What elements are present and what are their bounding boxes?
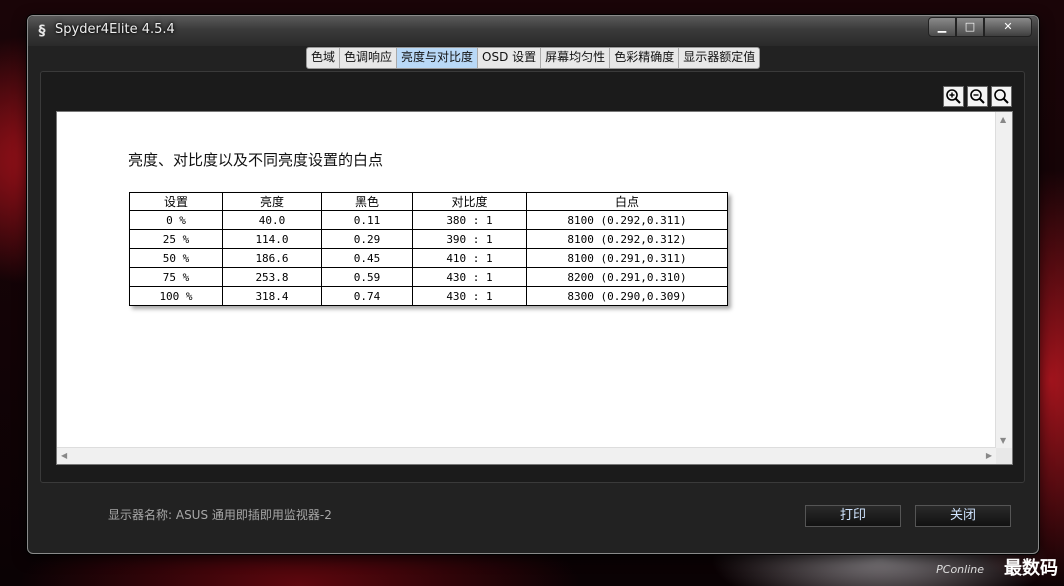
cell-white-point: 8100 (0.292,0.311) bbox=[526, 210, 728, 230]
cell-black: 0.29 bbox=[321, 229, 413, 249]
tab-uniformity[interactable]: 屏幕均匀性 bbox=[541, 48, 611, 68]
table-row: 50 % 186.6 0.45 410 : 1 8100 (0.291,0.31… bbox=[129, 248, 728, 268]
report-title: 亮度、对比度以及不同亮度设置的白点 bbox=[128, 151, 384, 169]
tab-gamut[interactable]: 色域 bbox=[307, 48, 341, 68]
print-button[interactable]: 打印 bbox=[805, 505, 901, 527]
cell-setting: 0 % bbox=[129, 210, 223, 230]
window-controls: ▁ □ ✕ bbox=[928, 17, 1032, 37]
report-tabs: 色域 色调响应 亮度与对比度 OSD 设置 屏幕均匀性 色彩精确度 显示器额定值 bbox=[306, 47, 761, 69]
table-row: 100 % 318.4 0.74 430 : 1 8300 (0.290,0.3… bbox=[129, 286, 728, 306]
cell-luminance: 186.6 bbox=[222, 248, 322, 268]
app-icon: § bbox=[38, 23, 46, 39]
table-row: 25 % 114.0 0.29 390 : 1 8100 (0.292,0.31… bbox=[129, 229, 728, 249]
scroll-right-icon[interactable]: ▶ bbox=[986, 451, 992, 460]
report-view: 亮度、对比度以及不同亮度设置的白点 设置 亮度 黑色 对比度 白点 0 % 40… bbox=[56, 111, 1013, 465]
cell-luminance: 253.8 bbox=[222, 267, 322, 287]
cell-white-point: 8200 (0.291,0.310) bbox=[526, 267, 728, 287]
column-header: 设置 bbox=[129, 192, 223, 211]
cell-white-point: 8100 (0.291,0.311) bbox=[526, 248, 728, 268]
cell-white-point: 8100 (0.292,0.312) bbox=[526, 229, 728, 249]
cell-setting: 50 % bbox=[129, 248, 223, 268]
cell-luminance: 40.0 bbox=[222, 210, 322, 230]
cell-contrast: 410 : 1 bbox=[412, 248, 527, 268]
zoom-out-icon[interactable] bbox=[967, 86, 988, 107]
column-header: 黑色 bbox=[321, 192, 413, 211]
horizontal-scrollbar[interactable]: ◀ ▶ bbox=[57, 447, 996, 464]
title-bar[interactable]: § Spyder4Elite 4.5.4 ▁ □ ✕ bbox=[28, 16, 1038, 46]
cell-setting: 100 % bbox=[129, 286, 223, 306]
watermark-brand: PConline bbox=[936, 563, 984, 576]
cell-contrast: 430 : 1 bbox=[412, 267, 527, 287]
window-title: Spyder4Elite 4.5.4 bbox=[55, 22, 175, 37]
cell-setting: 75 % bbox=[129, 267, 223, 287]
cell-black: 0.59 bbox=[321, 267, 413, 287]
maximize-button[interactable]: □ bbox=[956, 17, 984, 37]
table-row: 0 % 40.0 0.11 380 : 1 8100 (0.292,0.311) bbox=[129, 210, 728, 230]
scroll-left-icon[interactable]: ◀ bbox=[61, 451, 67, 460]
report-panel: 亮度、对比度以及不同亮度设置的白点 设置 亮度 黑色 对比度 白点 0 % 40… bbox=[40, 71, 1025, 483]
zoom-in-icon[interactable] bbox=[943, 86, 964, 107]
vertical-scrollbar[interactable]: ▲ ▼ bbox=[995, 112, 1012, 448]
cell-black: 0.74 bbox=[321, 286, 413, 306]
tab-brightness-contrast[interactable]: 亮度与对比度 bbox=[397, 48, 479, 68]
cell-white-point: 8300 (0.290,0.309) bbox=[526, 286, 728, 306]
watermark-text: 最数码 bbox=[1004, 558, 1058, 579]
scrollbar-corner bbox=[996, 448, 1012, 464]
table-row: 75 % 253.8 0.59 430 : 1 8200 (0.291,0.31… bbox=[129, 267, 728, 287]
display-name-label: 显示器名称: ASUS 通用即插即用监视器-2 bbox=[108, 508, 332, 522]
zoom-fit-icon[interactable] bbox=[991, 86, 1012, 107]
brightness-contrast-table: 设置 亮度 黑色 对比度 白点 0 % 40.0 0.11 380 : 1 81… bbox=[129, 192, 728, 306]
cell-contrast: 380 : 1 bbox=[412, 210, 527, 230]
app-window: § Spyder4Elite 4.5.4 ▁ □ ✕ 色域 色调响应 亮度与对比… bbox=[27, 15, 1039, 554]
close-button[interactable]: 关闭 bbox=[915, 505, 1011, 527]
cell-luminance: 114.0 bbox=[222, 229, 322, 249]
tab-osd-settings[interactable]: OSD 设置 bbox=[478, 48, 542, 68]
cell-setting: 25 % bbox=[129, 229, 223, 249]
scroll-down-icon[interactable]: ▼ bbox=[1000, 436, 1006, 445]
cell-luminance: 318.4 bbox=[222, 286, 322, 306]
minimize-button[interactable]: ▁ bbox=[928, 17, 956, 37]
column-header: 亮度 bbox=[222, 192, 322, 211]
cell-contrast: 430 : 1 bbox=[412, 286, 527, 306]
tab-display-rating[interactable]: 显示器额定值 bbox=[679, 48, 759, 68]
close-window-button[interactable]: ✕ bbox=[984, 17, 1032, 37]
tab-tone-response[interactable]: 色调响应 bbox=[340, 48, 398, 68]
table-header-row: 设置 亮度 黑色 对比度 白点 bbox=[129, 192, 728, 211]
cell-black: 0.45 bbox=[321, 248, 413, 268]
scroll-up-icon[interactable]: ▲ bbox=[1000, 115, 1006, 124]
tab-color-accuracy[interactable]: 色彩精确度 bbox=[610, 48, 680, 68]
cell-black: 0.11 bbox=[321, 210, 413, 230]
column-header: 对比度 bbox=[412, 192, 527, 211]
column-header: 白点 bbox=[526, 192, 728, 211]
cell-contrast: 390 : 1 bbox=[412, 229, 527, 249]
